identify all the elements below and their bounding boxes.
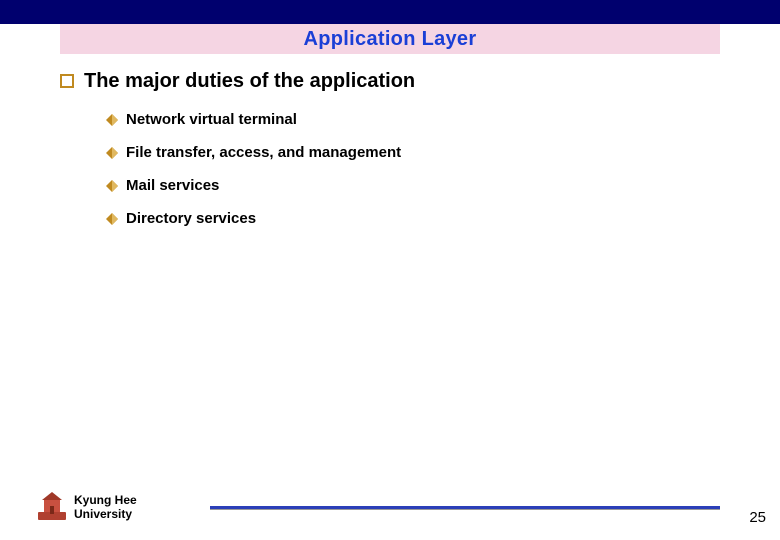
diamond-bullet-icon: [106, 114, 118, 126]
heading-text: The major duties of the application: [84, 70, 415, 93]
diamond-bullet-icon: [106, 213, 118, 225]
diamond-bullet-icon: [106, 180, 118, 192]
list-item: File transfer, access, and management: [106, 144, 700, 161]
list-item-text: Directory services: [126, 210, 256, 227]
slide-body: The major duties of the application Netw…: [60, 70, 700, 243]
diamond-bullet-icon: [106, 147, 118, 159]
square-bullet-icon: [60, 74, 74, 88]
slide-title: Application Layer: [304, 28, 477, 51]
list-item-text: Network virtual terminal: [126, 111, 297, 128]
university-logo-icon: [36, 490, 68, 522]
list-item: Directory services: [106, 210, 700, 227]
slide: Application Layer The major duties of th…: [0, 0, 780, 540]
list-item-text: Mail services: [126, 177, 219, 194]
university-line1: Kyung Hee: [74, 494, 137, 508]
footer: Kyung Hee University 25: [0, 480, 780, 528]
heading-row: The major duties of the application: [60, 70, 700, 93]
university-name: Kyung Hee University: [74, 494, 137, 522]
list-item: Network virtual terminal: [106, 111, 700, 128]
top-band: [0, 0, 780, 24]
list-item-text: File transfer, access, and management: [126, 144, 401, 161]
university-line2: University: [74, 508, 137, 522]
page-number: 25: [749, 509, 766, 526]
footer-rule: [210, 506, 720, 510]
title-bar: Application Layer: [60, 24, 720, 54]
list-item: Mail services: [106, 177, 700, 194]
